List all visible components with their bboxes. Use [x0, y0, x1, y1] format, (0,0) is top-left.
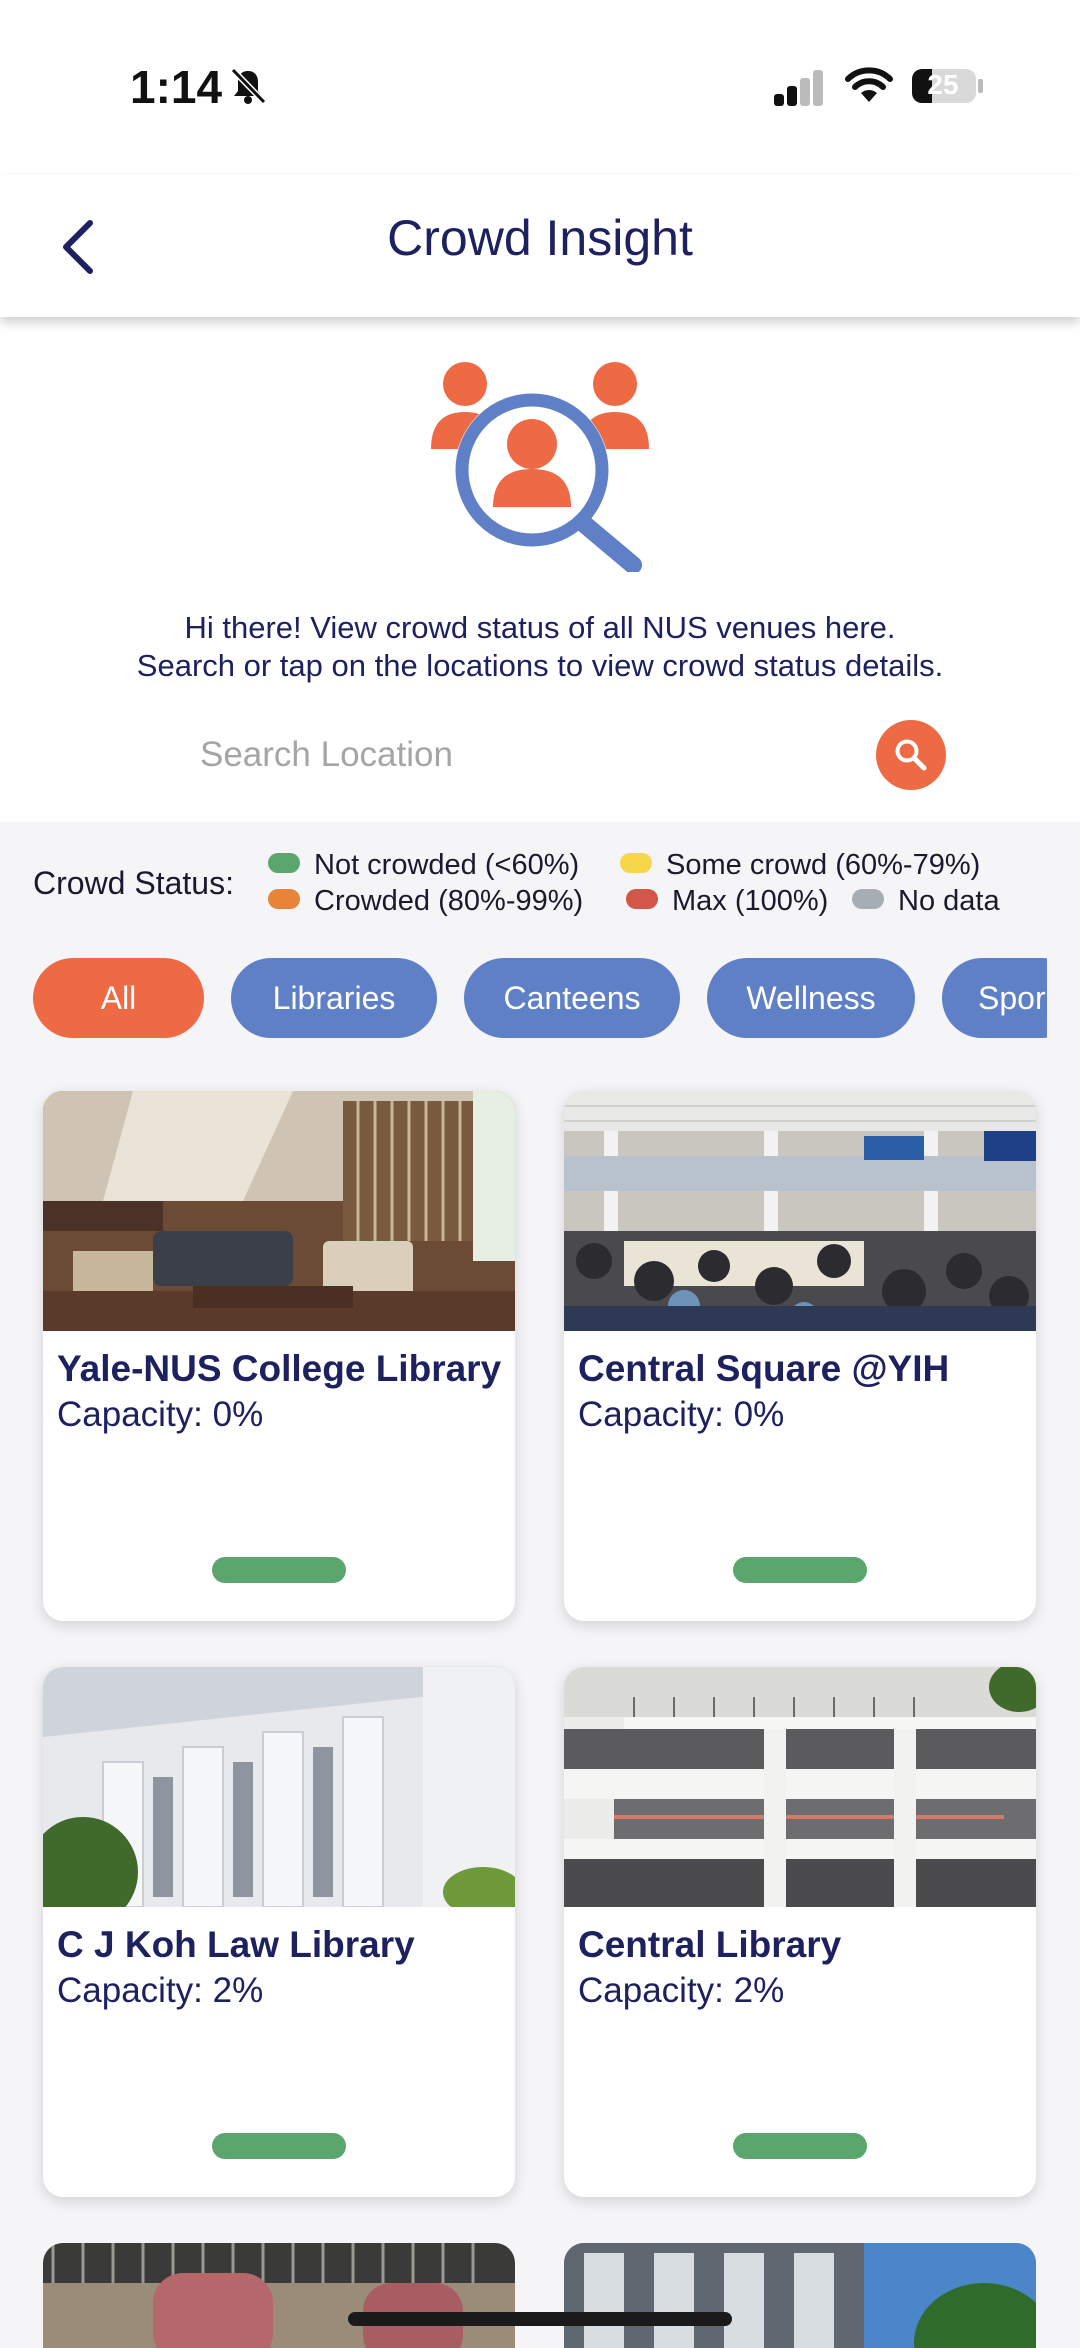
search-input[interactable]: [200, 725, 850, 785]
signal-icon: [774, 70, 823, 106]
status-time: 1:14: [130, 61, 223, 113]
venue-photo: [43, 1667, 515, 1907]
bell-slash-icon: [230, 67, 267, 105]
intro-section: Hi there! View crowd status of all NUS v…: [0, 317, 1080, 822]
legend-text: Not crowded (<60%): [314, 849, 580, 881]
venue-card-partial[interactable]: [43, 2243, 515, 2348]
legend-dot-grey: [852, 889, 884, 909]
intro-text: Hi there! View crowd status of all NUS v…: [0, 609, 1080, 685]
legend-text: Max (100%): [672, 885, 829, 917]
venue-capacity: Capacity: 2%: [578, 1971, 785, 2010]
home-indicator[interactable]: [348, 2312, 732, 2326]
venue-photo: [564, 2243, 1036, 2348]
legend-item-max: Max (100%): [626, 885, 828, 918]
venue-photo: [43, 2243, 515, 2348]
legend-item-some-crowd: Some crowd (60%-79%): [620, 849, 980, 882]
venue-info: Central Square @YIH Capacity: 0%: [578, 1346, 1028, 1438]
legend-dot-green: [268, 853, 300, 873]
venue-name: Central Square @YIH: [578, 1348, 950, 1389]
venue-card-partial[interactable]: [564, 2243, 1036, 2348]
venue-photo: [43, 1091, 515, 1331]
page-title: Crowd Insight: [387, 210, 693, 266]
venue-info: C J Koh Law Library Capacity: 2%: [57, 1922, 507, 2014]
app-header: Crowd Insight: [0, 175, 1080, 317]
crowd-status-bar: [212, 1557, 346, 1583]
filter-chip-wellness[interactable]: Wellness: [707, 958, 915, 1038]
filter-chip-libraries[interactable]: Libraries: [231, 958, 437, 1038]
venue-capacity: Capacity: 0%: [57, 1395, 264, 1434]
status-bar: 1:14 25: [0, 0, 1080, 175]
search-button[interactable]: [876, 720, 946, 790]
legend-text: Crowded (80%-99%): [314, 885, 584, 917]
intro-line-1: Hi there! View crowd status of all NUS v…: [184, 610, 896, 645]
search-icon: [895, 739, 927, 771]
crowd-status-bar: [733, 1557, 867, 1583]
crowd-status-bar: [733, 2133, 867, 2159]
wifi-icon: [845, 67, 893, 102]
legend-dot-orange: [268, 889, 300, 909]
venue-card[interactable]: Central Library Capacity: 2%: [564, 1667, 1036, 2197]
venue-photo: [564, 1667, 1036, 1907]
venue-name: C J Koh Law Library: [57, 1924, 415, 1965]
legend-dot-red: [626, 889, 658, 909]
venue-name: Central Library: [578, 1924, 842, 1965]
filter-chip-all[interactable]: All: [33, 958, 204, 1038]
crowd-status-bar: [212, 2133, 346, 2159]
legend-dot-yellow: [620, 853, 652, 873]
venue-card[interactable]: Central Square @YIH Capacity: 0%: [564, 1091, 1036, 1621]
venue-info: Yale-NUS College Library Capacity: 0%: [57, 1346, 507, 1438]
legend-label: Crowd Status:: [33, 865, 234, 901]
battery-level: 25: [927, 69, 959, 100]
venue-card[interactable]: C J Koh Law Library Capacity: 2%: [43, 1667, 515, 2197]
filter-chip-sports[interactable]: Spor: [942, 958, 1047, 1038]
legend-item-not-crowded: Not crowded (<60%): [268, 849, 579, 882]
venue-card[interactable]: Yale-NUS College Library Capacity: 0%: [43, 1091, 515, 1621]
legend-item-crowded: Crowded (80%-99%): [268, 885, 583, 918]
filter-chip-canteens[interactable]: Canteens: [464, 958, 680, 1038]
legend-item-no-data: No data: [852, 885, 1000, 918]
venue-capacity: Capacity: 2%: [57, 1971, 264, 2010]
legend-text: No data: [898, 885, 1000, 917]
crowd-search-icon: [431, 362, 649, 572]
venue-photo: [564, 1091, 1036, 1331]
legend-text: Some crowd (60%-79%): [666, 849, 981, 881]
venue-capacity: Capacity: 0%: [578, 1395, 785, 1434]
venue-name: Yale-NUS College Library: [57, 1348, 502, 1389]
intro-line-2: Search or tap on the locations to view c…: [136, 648, 944, 683]
venue-info: Central Library Capacity: 2%: [578, 1922, 1028, 2014]
category-filter-bar[interactable]: All Libraries Canteens Wellness Spor: [0, 958, 1047, 1042]
